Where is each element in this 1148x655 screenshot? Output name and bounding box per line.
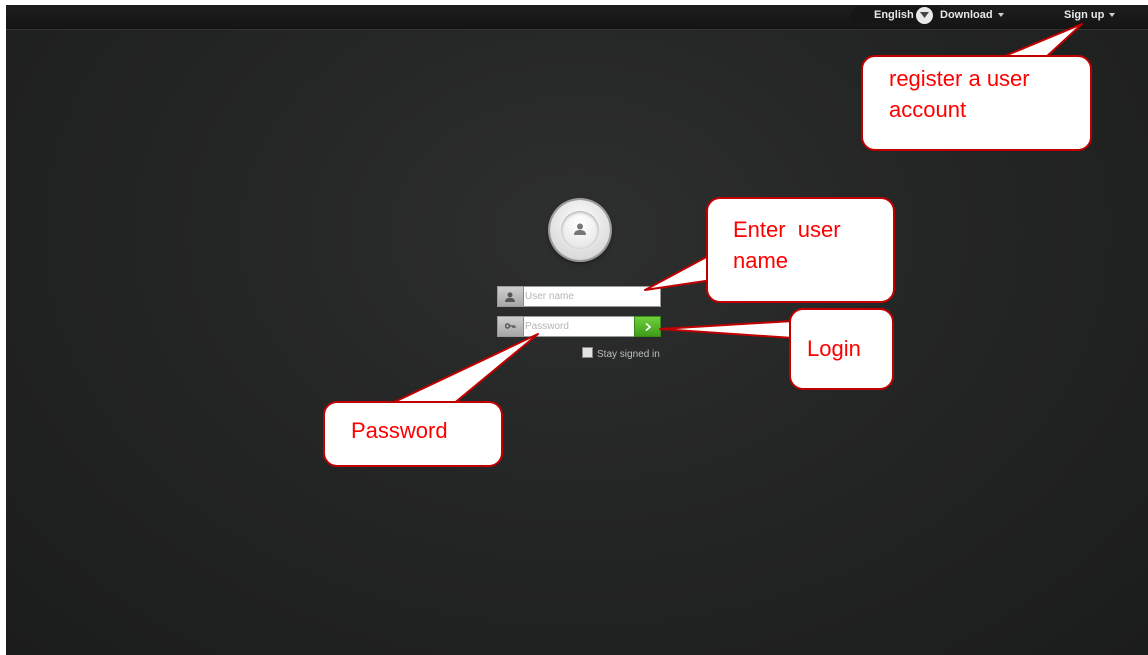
user-icon — [505, 292, 515, 302]
signup-caret-icon — [1109, 13, 1116, 18]
language-selector-label[interactable]: English — [874, 9, 914, 21]
annotation-register-line2: account — [889, 97, 967, 122]
stay-signed-in-checkbox[interactable] — [582, 347, 593, 358]
annotation-register-account: register a user account — [861, 55, 1092, 151]
password-field-icon — [498, 317, 524, 336]
annotation-login-text: Login — [807, 336, 861, 361]
username-input[interactable] — [525, 288, 655, 305]
signup-menu[interactable]: Sign up — [1064, 9, 1116, 21]
user-icon — [574, 223, 586, 235]
annotation-register-line1: register a user — [889, 66, 1030, 91]
signup-label: Sign up — [1064, 9, 1105, 21]
annotation-username-line2: name — [733, 248, 789, 273]
language-dropdown-button[interactable] — [916, 7, 933, 24]
annotation-password-text: Password — [351, 418, 448, 443]
annotation-enter-username: Enter user name — [706, 197, 895, 303]
username-field — [497, 286, 661, 307]
top-bar: English Download Sign up — [6, 5, 1148, 30]
annotation-username-line1: Enter user — [733, 217, 841, 242]
password-field — [497, 316, 661, 337]
avatar — [550, 200, 610, 260]
username-field-icon — [498, 287, 524, 306]
password-input[interactable] — [525, 318, 625, 335]
login-button[interactable] — [634, 316, 661, 337]
download-caret-icon — [997, 13, 1004, 18]
annotation-login: Login — [789, 308, 894, 390]
annotation-password: Password — [323, 401, 503, 467]
stay-signed-in: Stay signed in — [582, 347, 660, 360]
chevron-down-icon — [920, 12, 929, 18]
avatar-inner — [561, 211, 599, 249]
stay-signed-in-label: Stay signed in — [597, 349, 660, 360]
download-menu[interactable]: Download — [940, 9, 1004, 21]
key-icon — [505, 323, 516, 329]
download-label: Download — [940, 9, 993, 21]
chevron-right-icon — [645, 323, 651, 331]
